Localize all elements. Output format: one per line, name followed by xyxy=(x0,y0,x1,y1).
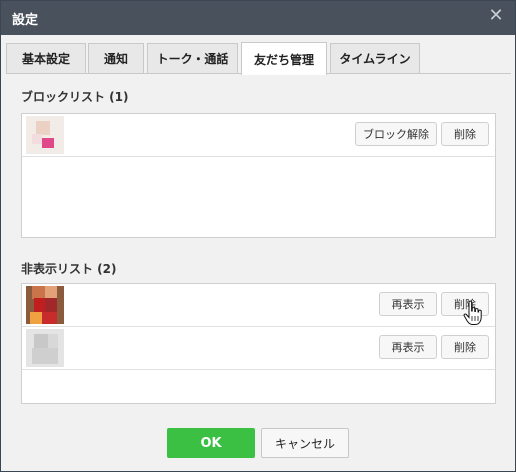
ok-button[interactable]: OK xyxy=(167,428,255,458)
hidden-list[interactable]: 再表示 削除 再表示 削除 xyxy=(21,283,496,404)
delete-button[interactable]: 削除 xyxy=(441,292,489,316)
tab-friends-management[interactable]: 友だち管理 xyxy=(241,42,327,75)
cancel-button[interactable]: キャンセル xyxy=(261,428,349,458)
unhide-button[interactable]: 再表示 xyxy=(379,292,437,316)
tab-notifications[interactable]: 通知 xyxy=(88,43,144,73)
title-bar: 設定 ✕ xyxy=(1,1,515,35)
list-item: ブロック解除 削除 xyxy=(22,114,495,157)
friends-management-panel: ブロックリスト (1) ブロック解除 削除 非表示リスト (2) 再表示 削除 … xyxy=(6,74,510,466)
block-list-title: ブロックリスト (1) xyxy=(21,90,129,104)
unblock-button[interactable]: ブロック解除 xyxy=(355,122,437,146)
tab-timeline[interactable]: タイムライン xyxy=(330,43,420,73)
block-list[interactable]: ブロック解除 削除 xyxy=(21,113,496,238)
avatar xyxy=(26,329,64,367)
tab-talk-call[interactable]: トーク・通話 xyxy=(147,43,238,73)
hidden-list-title: 非表示リスト (2) xyxy=(21,262,117,276)
delete-button[interactable]: 削除 xyxy=(441,335,489,359)
avatar xyxy=(26,286,64,324)
delete-button[interactable]: 削除 xyxy=(441,122,489,146)
avatar xyxy=(26,116,64,154)
tab-basic-settings[interactable]: 基本設定 xyxy=(6,43,86,73)
blurred-name xyxy=(70,128,122,140)
window-title: 設定 xyxy=(12,13,39,28)
list-item: 再表示 削除 xyxy=(22,327,495,370)
blurred-name xyxy=(74,298,126,310)
list-item: 再表示 削除 xyxy=(22,284,495,327)
settings-dialog: 設定 ✕ 基本設定 通知 トーク・通話 友だち管理 タイムライン ブロックリスト… xyxy=(0,0,516,472)
unhide-button[interactable]: 再表示 xyxy=(379,335,437,359)
blurred-name xyxy=(74,341,98,353)
close-icon[interactable]: ✕ xyxy=(487,7,505,25)
tab-bar: 基本設定 通知 トーク・通話 友だち管理 タイムライン xyxy=(6,42,511,75)
